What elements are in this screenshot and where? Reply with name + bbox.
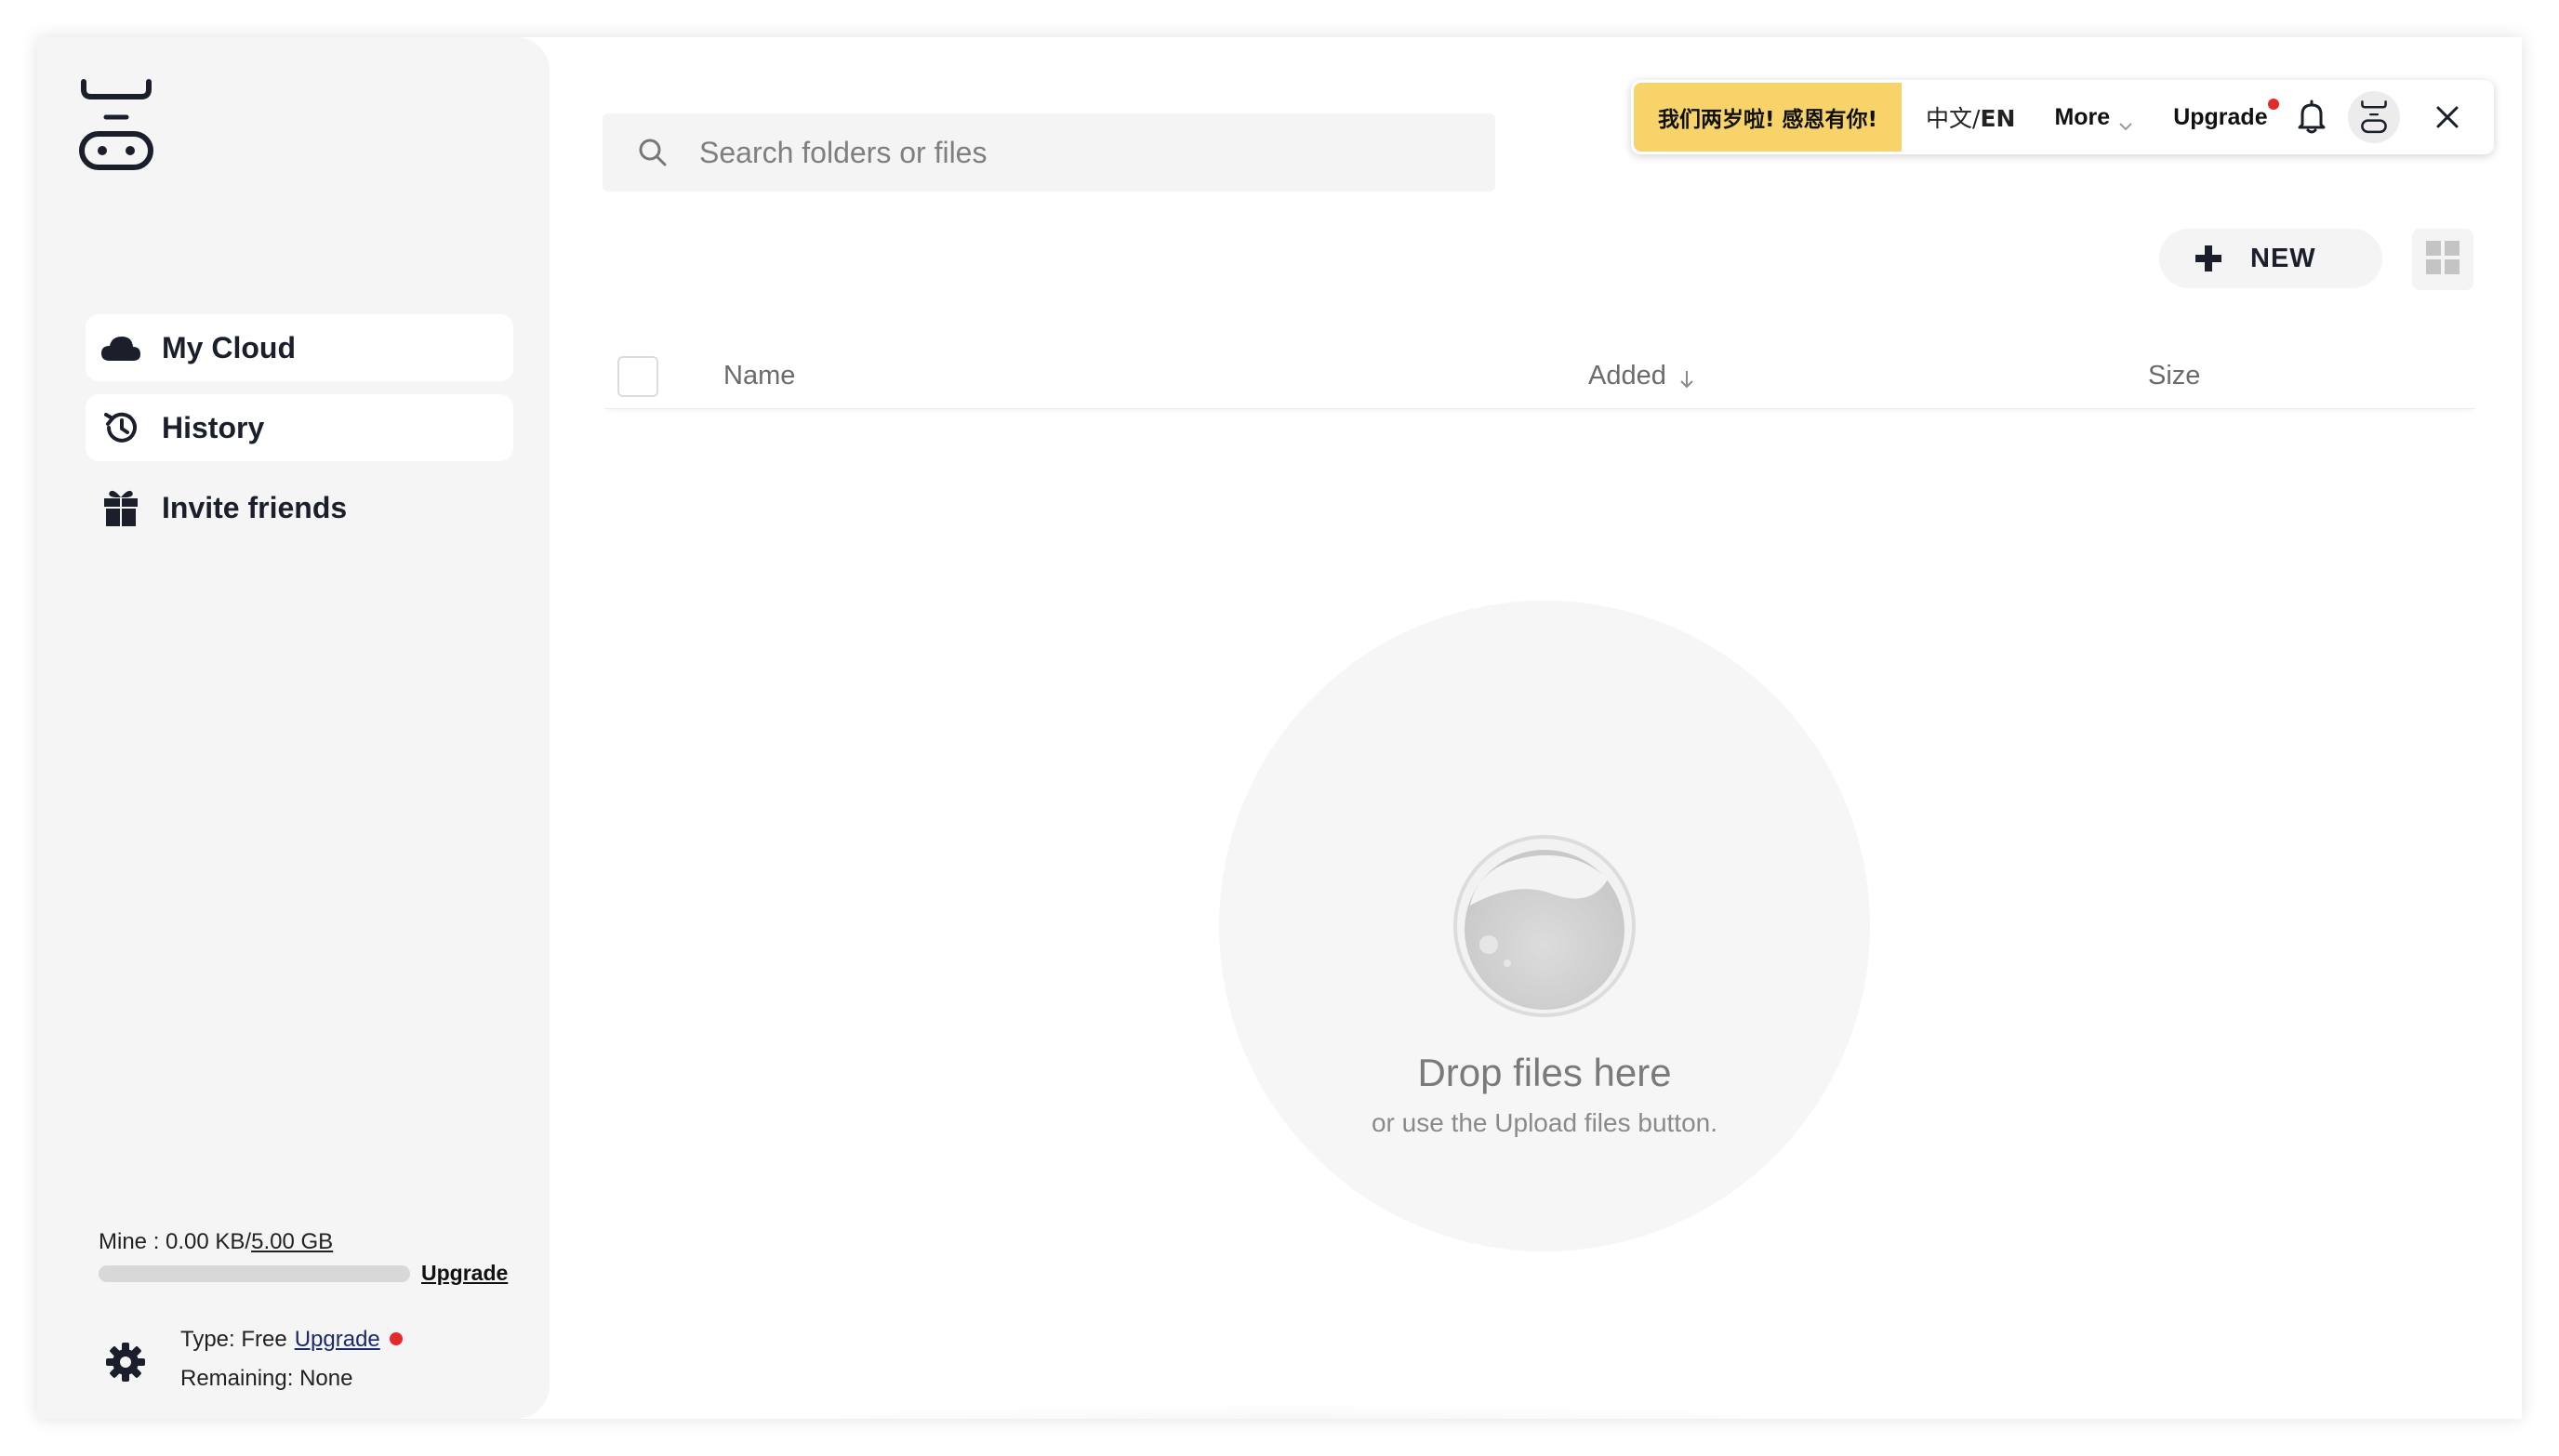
more-label: More	[2054, 103, 2111, 130]
sidebar-item-invite-friends[interactable]: Invite friends	[86, 474, 513, 541]
grid-view-icon	[2425, 240, 2460, 280]
language-toggle[interactable]: 中文/EN	[1926, 100, 2015, 134]
history-icon	[100, 407, 141, 448]
file-table-header: Name Added Size	[604, 344, 2475, 409]
sort-down-arrow-icon	[1679, 366, 1694, 388]
bell-icon[interactable]	[2296, 99, 2327, 135]
new-button-label: NEW	[2250, 243, 2316, 273]
notification-dot	[389, 1332, 403, 1345]
storage-progress-bar	[99, 1264, 410, 1282]
notification-dot	[2267, 98, 2279, 110]
bottom-shadow	[688, 1404, 1897, 1419]
empty-state-title: Drop files here	[1417, 1051, 1672, 1094]
plan-type-row: Type: Free Upgrade	[180, 1320, 403, 1359]
empty-state-subtitle: or use the Upload files button.	[1371, 1108, 1717, 1137]
plan-remaining: Remaining: None	[180, 1366, 353, 1391]
top-bar: 我们两岁啦! 感恩有你! 中文/EN More Upgrade	[1631, 80, 2494, 154]
search-icon	[634, 134, 671, 171]
plus-icon	[2194, 245, 2222, 272]
search-bar[interactable]	[603, 113, 1495, 192]
sidebar-item-my-cloud[interactable]: My Cloud	[86, 314, 513, 381]
empty-state-orb-icon	[1452, 833, 1637, 1019]
sidebar-item-history[interactable]: History	[86, 394, 513, 461]
column-header-added-label: Added	[1588, 361, 1666, 390]
sidebar: My Cloud History Invite friends Mine: 0…	[37, 37, 550, 1419]
storage-upgrade-link[interactable]: Upgrade	[421, 1261, 508, 1286]
grid-view-toggle[interactable]	[2412, 229, 2473, 290]
lang-option-zh: 中文/	[1926, 105, 1981, 132]
plan-info: Type: Free Upgrade Remaining: None	[104, 1320, 403, 1398]
app-window: My Cloud History Invite friends Mine: 0…	[37, 37, 2522, 1419]
new-button[interactable]: NEW	[2159, 229, 2382, 288]
plan-type-label: Type: Free	[180, 1327, 287, 1352]
gear-icon[interactable]	[104, 1341, 147, 1383]
sidebar-item-label: My Cloud	[162, 330, 296, 364]
close-icon[interactable]	[2433, 103, 2461, 131]
storage-used: Mine : 0.00 KB/	[99, 1229, 252, 1254]
sidebar-item-label: History	[162, 410, 265, 444]
gift-icon	[100, 487, 141, 528]
cloud-icon	[100, 327, 141, 368]
storage-text: Mine : 0.00 KB/5.00 GB	[99, 1229, 517, 1255]
promo-banner[interactable]: 我们两岁啦! 感恩有你!	[1634, 83, 1902, 152]
upgrade-label: Upgrade	[2173, 103, 2268, 130]
more-menu-button[interactable]: More	[2054, 104, 2134, 131]
drop-zone[interactable]: Drop files here or use the Upload files …	[1219, 601, 1870, 1251]
chevron-down-icon	[2117, 112, 2134, 131]
lang-option-en: EN	[1980, 105, 2016, 132]
storage-usage: Mine : 0.00 KB/5.00 GB Upgrade	[99, 1229, 517, 1286]
avatar[interactable]	[2347, 91, 2400, 143]
select-all-checkbox[interactable]	[617, 355, 658, 397]
column-header-size[interactable]: Size	[2148, 361, 2200, 391]
app-logo[interactable]	[78, 78, 154, 171]
search-input[interactable]	[699, 135, 1462, 170]
upgrade-button[interactable]: Upgrade	[2173, 98, 2279, 131]
plan-upgrade-link[interactable]: Upgrade	[295, 1327, 380, 1352]
sidebar-item-label: Invite friends	[162, 490, 348, 524]
storage-total[interactable]: 5.00 GB	[251, 1229, 333, 1255]
column-header-name[interactable]: Name	[723, 361, 795, 391]
column-header-added[interactable]: Added	[1588, 361, 1694, 391]
